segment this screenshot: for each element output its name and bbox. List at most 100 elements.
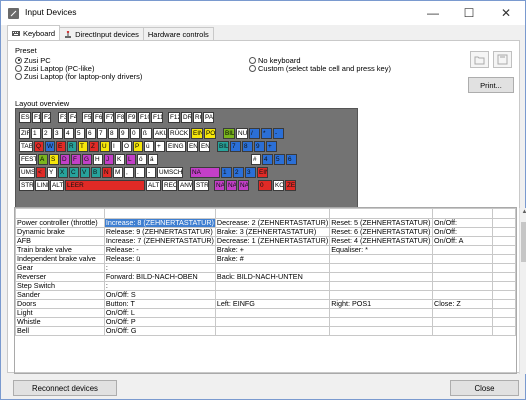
key-f8[interactable]: F8	[115, 112, 125, 123]
binding-cell[interactable]: :	[103, 263, 216, 273]
key-3[interactable]: 3	[53, 128, 63, 139]
key-f2[interactable]: F2	[42, 112, 51, 123]
table-row[interactable]: Light On/Off: L	[15, 308, 516, 318]
binding-cell[interactable]: Increase: 7 (ZEHNERTASTATUR)	[103, 236, 216, 246]
binding-cell[interactable]	[491, 281, 516, 291]
key-link[interactable]: LINK	[35, 180, 49, 191]
key-x[interactable]: <	[36, 167, 46, 178]
binding-cell[interactable]	[491, 290, 516, 300]
key-i[interactable]: I	[111, 141, 121, 152]
binding-cell[interactable]	[432, 308, 493, 318]
tab-keyboard[interactable]: Keyboard	[7, 25, 61, 40]
binding-cell[interactable]: On/Off:	[432, 218, 493, 228]
table-row[interactable]: Independent brake valve Release: ü Brake: …	[15, 254, 516, 264]
key-ent[interactable]: ENT	[187, 141, 198, 152]
table-row[interactable]: Whistle On/Off: P	[15, 317, 516, 327]
table-row[interactable]: Step Switch:	[15, 281, 516, 291]
table-vertical-scrollbar[interactable]: ▲	[519, 208, 526, 374]
key-8[interactable]: 8	[108, 128, 118, 139]
table-row[interactable]: Doors Button: T Left: EINFG Right: POS1 Clos…	[15, 299, 516, 309]
key-9[interactable]: 9	[119, 128, 129, 139]
binding-cell[interactable]: Decrease: 1 (ZEHNERTASTATUR)	[214, 236, 331, 246]
preset-radio-custom[interactable]: Custom (select table cell and press key)	[249, 64, 391, 73]
key-ein[interactable]: EIN	[191, 128, 203, 139]
key-9[interactable]: 9	[254, 141, 265, 152]
key-zir[interactable]: ZIR	[19, 128, 30, 139]
key-x[interactable]: #	[251, 154, 261, 165]
save-button[interactable]	[493, 51, 512, 68]
key-g[interactable]: G	[82, 154, 92, 165]
key-bil[interactable]: BIL	[217, 141, 229, 152]
binding-cell[interactable]	[329, 281, 433, 291]
binding-cell[interactable]: Release: 9 (ZEHNERTASTATUR)	[103, 227, 216, 237]
key-x[interactable]: X	[58, 167, 68, 178]
key-rück[interactable]: RÜCK	[168, 128, 190, 139]
key-4[interactable]: 4	[64, 128, 74, 139]
binding-cell[interactable]	[329, 326, 433, 336]
table-row[interactable]: Sander On/Off: S	[15, 290, 516, 300]
key-pau[interactable]: PAU	[203, 112, 214, 123]
binding-cell[interactable]: Reset: 6 (ZEHNERTASTATUR)	[329, 227, 433, 237]
binding-cell[interactable]	[491, 272, 516, 282]
key-ze[interactable]: ZE	[285, 180, 296, 191]
binding-cell[interactable]	[491, 236, 516, 246]
key-p[interactable]: P	[133, 141, 143, 152]
key-na[interactable]: NA	[214, 180, 225, 191]
key-u[interactable]: U	[100, 141, 110, 152]
key-x[interactable]: -	[273, 128, 284, 139]
key-f3[interactable]: F3	[58, 112, 67, 123]
key-na[interactable]: NA	[238, 180, 249, 191]
binding-cell[interactable]	[491, 227, 516, 237]
binding-cell[interactable]	[329, 290, 433, 300]
table-row[interactable]: Power controller (throttle) Increase: 8 (…	[15, 218, 516, 228]
binding-cell[interactable]	[432, 326, 493, 336]
key-7[interactable]: 7	[230, 141, 241, 152]
binding-cell[interactable]	[214, 290, 331, 300]
binding-cell[interactable]: Increase: 8 (ZEHNERTASTATUR)	[103, 218, 216, 228]
binding-cell[interactable]: On/Off: G	[103, 326, 216, 336]
key-m[interactable]: M	[113, 167, 123, 178]
reconnect-devices-button[interactable]: Reconnect devices	[13, 380, 117, 396]
preset-radio-zusi-laptop-only[interactable]: Zusi Laptop (for laptop-only drivers)	[15, 72, 142, 81]
binding-cell[interactable]: Release: ü	[103, 254, 216, 264]
binding-cell[interactable]	[491, 326, 516, 336]
key-e[interactable]: E	[56, 141, 66, 152]
binding-cell[interactable]: Right: POS1	[329, 299, 433, 309]
key-2[interactable]: 2	[42, 128, 52, 139]
key-t[interactable]: T	[78, 141, 88, 152]
key-ko[interactable]: KO	[273, 180, 284, 191]
key-x[interactable]: /	[249, 128, 260, 139]
key-z[interactable]: Z	[89, 141, 99, 152]
binding-cell[interactable]: Reset: 5 (ZEHNERTASTATUR)	[329, 218, 433, 228]
key-d[interactable]: D	[60, 154, 70, 165]
binding-cell[interactable]: Brake: 3 (ZEHNERTASTATUR)	[214, 227, 331, 237]
table-row[interactable]: Dynamic brake Release: 9 (ZEHNERTASTATUR)…	[15, 227, 516, 237]
key-6[interactable]: 6	[86, 128, 96, 139]
key-f12[interactable]: F12	[168, 112, 180, 123]
key-x[interactable]: +	[155, 141, 165, 152]
binding-cell[interactable]: On/Off: A	[432, 236, 493, 246]
key-f10[interactable]: F10	[138, 112, 150, 123]
binding-cell[interactable]	[491, 299, 516, 309]
binding-cell[interactable]: Release: -	[103, 245, 216, 255]
key-2[interactable]: 2	[233, 167, 244, 178]
key-5[interactable]: 5	[274, 154, 285, 165]
binding-cell[interactable]	[329, 254, 433, 264]
binding-cell[interactable]	[214, 281, 331, 291]
key-f6[interactable]: F6	[93, 112, 103, 123]
binding-cell[interactable]	[214, 263, 331, 273]
tab-directinput-devices[interactable]: DirectInput devices	[59, 27, 144, 40]
table-row[interactable]: Train brake valve Release: - Brake: + Equal…	[15, 245, 516, 255]
key-na[interactable]: NA	[190, 167, 220, 178]
key-f[interactable]: F	[71, 154, 81, 165]
key-tabu[interactable]: TABU	[19, 141, 33, 152]
binding-cell[interactable]: Left: EINFG	[214, 299, 331, 309]
key-3[interactable]: 3	[245, 167, 256, 178]
binding-cell[interactable]	[432, 281, 493, 291]
binding-cell[interactable]: Brake: +	[214, 245, 331, 255]
key-na[interactable]: NA	[226, 180, 237, 191]
key-x[interactable]: *	[261, 128, 272, 139]
binding-cell[interactable]	[214, 317, 331, 327]
binding-cell[interactable]	[214, 308, 331, 318]
minimize-button[interactable]: —	[415, 1, 451, 25]
